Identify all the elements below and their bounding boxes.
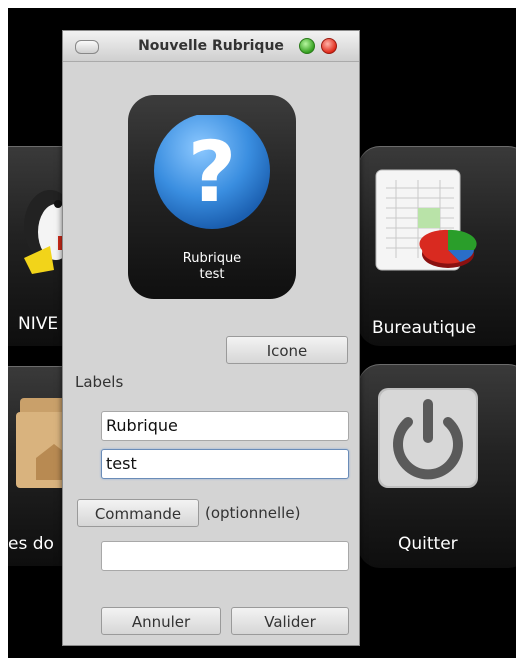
- label2-input[interactable]: test: [101, 449, 349, 479]
- label1-input[interactable]: Rubrique: [101, 411, 349, 441]
- tile-bureautique[interactable]: Bureautique: [358, 146, 516, 346]
- icon-button[interactable]: Icone: [226, 336, 348, 364]
- preview-label-line2: test: [199, 267, 225, 282]
- command-optional-hint: (optionnelle): [205, 504, 301, 522]
- ok-button[interactable]: Valider: [231, 607, 349, 635]
- tile-label: NIVE: [18, 314, 59, 334]
- preview-label-line1: Rubrique: [182, 251, 242, 266]
- tile-label: Bureautique: [372, 318, 477, 338]
- power-icon: [378, 388, 478, 488]
- new-rubrique-dialog: Nouvelle Rubrique ? Rubrique test Icone …: [62, 30, 360, 646]
- close-button[interactable]: [321, 38, 337, 54]
- spreadsheet-icon: [375, 169, 477, 271]
- tile-quitter[interactable]: Quitter: [358, 364, 516, 568]
- command-input[interactable]: [101, 541, 349, 571]
- maximize-button[interactable]: [299, 38, 315, 54]
- svg-text:?: ?: [188, 123, 237, 221]
- cancel-button[interactable]: Annuler: [101, 607, 221, 635]
- command-button[interactable]: Commande: [77, 499, 199, 527]
- labels-heading: Labels: [75, 373, 124, 391]
- question-mark-icon: ?: [154, 115, 270, 229]
- tile-label: es do: [8, 534, 54, 554]
- tile-label: Quitter: [398, 534, 458, 554]
- title-bar[interactable]: Nouvelle Rubrique: [63, 31, 359, 62]
- icon-preview: ? Rubrique test: [128, 95, 296, 299]
